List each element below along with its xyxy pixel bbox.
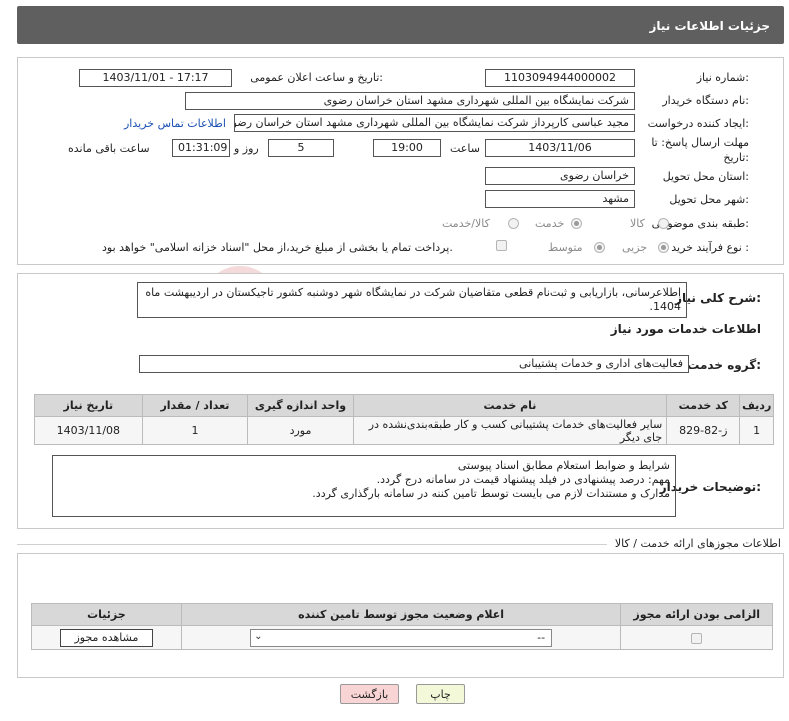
details-cell: مشاهده مجوز [31, 625, 182, 650]
row-index: 1 [739, 416, 774, 445]
buyer-org-field[interactable]: شرکت نمایشگاه بین المللی شهرداری مشهد اس… [185, 92, 635, 110]
table-row[interactable]: 1 ز-82-829 سایر فعالیت‌های خدمات پشتیبان… [34, 416, 774, 445]
row-qty: 1 [141, 416, 249, 445]
back-button[interactable]: بازگشت [340, 684, 399, 704]
category-option-both: کالا/خدمت [442, 217, 490, 230]
view-permit-button[interactable]: مشاهده مجوز [59, 628, 153, 647]
service-group-field[interactable]: فعالیت‌های اداری و خدمات پشتیبانی [139, 355, 689, 373]
deadline-time-field[interactable]: 19:00 [373, 139, 441, 157]
category-option-service: خدمت [535, 217, 565, 230]
services-table: ردیف کد خدمت نام خدمت واحد اندازه گیری ت… [34, 394, 774, 445]
deadline-date-field[interactable]: 1403/11/06 [485, 139, 635, 157]
col-qty: تعداد / مقدار [141, 394, 249, 417]
buyer-org-label: نام دستگاه خریدار: [662, 94, 749, 107]
buyer-notes-line-2: مهم: درصد پیشنهادی در فیلد پیشنهاد قیمت … [376, 473, 670, 486]
summary-textarea[interactable]: اطلاعرسانی، بازاریابی و ثبت‌نام قطعی متق… [137, 282, 687, 318]
buyer-notes-line-3: مدارک و مستندات لازم می بایست توسط تامین… [312, 487, 670, 500]
service-group-label: گروه خدمت: [687, 358, 761, 372]
required-cell [620, 625, 773, 650]
buyer-notes-line-1: شرایط و ضوابط استعلام مطابق اسناد پیوستی [457, 459, 670, 472]
row-date: 1403/11/08 [34, 416, 143, 445]
days-field[interactable]: 5 [268, 139, 334, 157]
days-label: روز و [234, 142, 259, 155]
col-status: اعلام وضعیت مجوز توسط تامین کننده [180, 603, 622, 626]
need-number-label: شماره نیاز: [696, 71, 749, 84]
treasury-checkbox[interactable] [496, 240, 507, 251]
province-label: استان محل تحویل: [662, 170, 749, 183]
treasury-note: پرداخت تمام یا بخشی از مبلغ خرید،از محل … [102, 241, 453, 254]
permits-table: الزامی بودن ارائه مجوز اعلام وضعیت مجوز … [31, 603, 773, 650]
remaining-label: ساعت باقی مانده [68, 142, 150, 155]
requester-label: ایجاد کننده درخواست: [647, 117, 749, 130]
deadline-label: مهلت ارسال پاسخ: تا تاریخ: [651, 136, 749, 164]
status-cell: ⌄ -- [180, 625, 622, 650]
deadline-time-label: ساعت [450, 142, 480, 155]
need-number-field[interactable]: 1103094944000002 [485, 69, 635, 87]
col-unit: واحد اندازه گیری [247, 394, 354, 417]
category-radio-service[interactable] [571, 218, 582, 229]
required-checkbox[interactable] [691, 632, 703, 644]
permits-section-title: اطلاعات مجوزهای ارائه خدمت / کالا [614, 537, 781, 550]
process-option-partial: جزیی [622, 241, 648, 254]
col-code: کد خدمت [666, 394, 741, 417]
city-field[interactable]: مشهد [485, 190, 635, 208]
announce-label: تاریخ و ساعت اعلان عمومی: [250, 71, 383, 84]
remaining-time-field[interactable]: 01:31:09 [172, 139, 230, 157]
services-section-title: اطلاعات خدمات مورد نیاز [610, 322, 761, 336]
summary-label: شرح کلی نیاز: [675, 291, 761, 305]
services-table-header: ردیف کد خدمت نام خدمت واحد اندازه گیری ت… [34, 394, 774, 417]
col-details: جزئیات [31, 603, 182, 626]
col-required: الزامی بودن ارائه مجوز [620, 603, 773, 626]
process-option-medium: متوسط [548, 241, 583, 254]
table-row: ⌄ -- مشاهده مجوز [31, 625, 773, 650]
page-title: جزئیات اطلاعات نیاز [649, 19, 770, 33]
row-unit: مورد [247, 416, 354, 445]
province-field[interactable]: خراسان رضوی [485, 167, 635, 185]
process-radio-partial[interactable] [658, 242, 669, 253]
row-code: ز-82-829 [666, 416, 741, 445]
category-option-goods: کالا [630, 217, 645, 230]
permit-status-select[interactable]: ⌄ -- [250, 628, 553, 647]
category-radio-goods[interactable] [658, 218, 669, 229]
row-name: سایر فعالیت‌های خدمات پشتیبانی کسب و کار… [352, 416, 668, 445]
buyer-notes-textarea[interactable]: شرایط و ضوابط استعلام مطابق اسناد پیوستی… [52, 455, 676, 517]
print-button[interactable]: چاپ [416, 684, 465, 704]
requester-field[interactable]: مجید عباسی کارپرداز شرکت نمایشگاه بین ال… [234, 114, 635, 132]
process-label: نوع فرآیند خرید : [671, 241, 749, 254]
col-index: ردیف [739, 394, 774, 417]
col-name: نام خدمت [352, 394, 668, 417]
select-chevron-icon: ⌄ [254, 630, 263, 642]
announce-field[interactable]: 1403/11/01 - 17:17 [79, 69, 232, 87]
summary-text: اطلاعرسانی، بازاریابی و ثبت‌نام قطعی متق… [145, 286, 681, 313]
buyer-contact-link[interactable]: اطلاعات تماس خریدار [124, 117, 226, 130]
category-radio-both[interactable] [508, 218, 519, 229]
city-label: شهر محل تحویل: [669, 193, 749, 206]
permits-divider [17, 544, 607, 545]
process-radio-medium[interactable] [594, 242, 605, 253]
page-header: جزئیات اطلاعات نیاز [17, 6, 784, 44]
permits-table-header: الزامی بودن ارائه مجوز اعلام وضعیت مجوز … [31, 603, 773, 626]
permit-status-value: -- [537, 630, 546, 644]
col-date: تاریخ نیاز [34, 394, 143, 417]
